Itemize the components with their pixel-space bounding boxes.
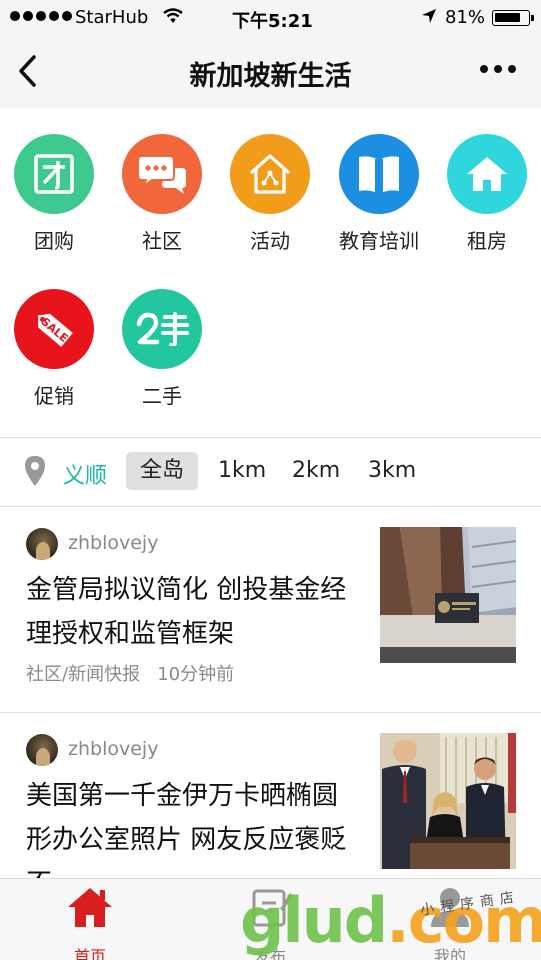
filter-option-all-island[interactable]: 全岛 (126, 452, 199, 490)
category-rental[interactable]: 租房 (433, 134, 541, 254)
avatar[interactable] (26, 734, 58, 766)
filter-option-1km[interactable]: 1km (204, 452, 280, 490)
category-label: 租房 (467, 229, 507, 253)
wifi-icon (163, 8, 183, 23)
page-title: 新加坡新生活 (189, 61, 352, 92)
category-grid: 团购 社区 活动 教育培训 租房 SALE 促销 二手 (0, 108, 541, 438)
current-location[interactable]: 义顺 (63, 458, 107, 490)
group-buy-icon (14, 134, 94, 214)
category-label: 团购 (34, 229, 74, 253)
filter-option-3km[interactable]: 3km (354, 452, 430, 490)
battery-percent: 81% (445, 7, 486, 28)
location-arrow-icon (422, 9, 436, 23)
chat-bubbles-icon (122, 134, 202, 214)
status-time: 下午5:21 (232, 11, 313, 32)
post-author[interactable]: zhblovejy (68, 738, 158, 760)
tab-home[interactable]: 首页 (30, 885, 150, 960)
category-second-hand[interactable]: 二手 (108, 289, 216, 409)
category-label: 教育培训 (339, 229, 419, 253)
category-community[interactable]: 社区 (108, 134, 216, 254)
category-label: 促销 (34, 384, 74, 408)
category-promotion[interactable]: SALE 促销 (0, 289, 108, 409)
category-label: 社区 (142, 229, 182, 253)
navigation-bar: 新加坡新生活 (0, 36, 541, 108)
home-icon (447, 134, 527, 214)
category-education[interactable]: 教育培训 (325, 134, 433, 254)
post-thumbnail[interactable] (380, 527, 516, 663)
post-headline[interactable]: 美国第一千金伊万卡晒椭圆形办公室照片 网友反应褒贬不一 (26, 774, 361, 878)
sale-tag-icon: SALE (14, 289, 94, 369)
battery-icon (492, 10, 534, 26)
feed-item[interactable]: zhblovejy 金管局拟议简化 创投基金经理授权和监管框架 社区/新闻快报 … (0, 506, 541, 712)
category-activity[interactable]: 活动 (216, 134, 324, 254)
carrier-name: StarHub (75, 7, 149, 28)
tab-label: 首页 (73, 947, 106, 960)
category-label: 活动 (250, 229, 290, 253)
category-group-buy[interactable]: 团购 (0, 134, 108, 254)
book-icon (339, 134, 419, 214)
location-pin-icon (25, 456, 45, 486)
filter-option-2km[interactable]: 2km (278, 452, 354, 490)
post-headline[interactable]: 金管局拟议简化 创投基金经理授权和监管框架 (26, 568, 361, 656)
post-author[interactable]: zhblovejy (68, 532, 158, 554)
feed-item[interactable]: zhblovejy 美国第一千金伊万卡晒椭圆形办公室照片 网友反应褒贬不一 (0, 712, 541, 878)
avatar[interactable] (26, 528, 58, 560)
second-hand-icon (122, 289, 202, 369)
signal-strength-icon (10, 11, 72, 21)
post-thumbnail[interactable] (380, 733, 516, 869)
distance-filter-bar: 义顺 全岛 1km 2km 3km (0, 438, 541, 506)
post-meta: 社区/新闻快报 10分钟前 (26, 664, 235, 685)
status-bar: StarHub 下午5:21 81% (0, 0, 541, 36)
home-icon (68, 888, 112, 927)
category-label: 二手 (142, 384, 182, 408)
more-options-icon[interactable] (480, 65, 516, 73)
activity-house-icon (230, 134, 310, 214)
